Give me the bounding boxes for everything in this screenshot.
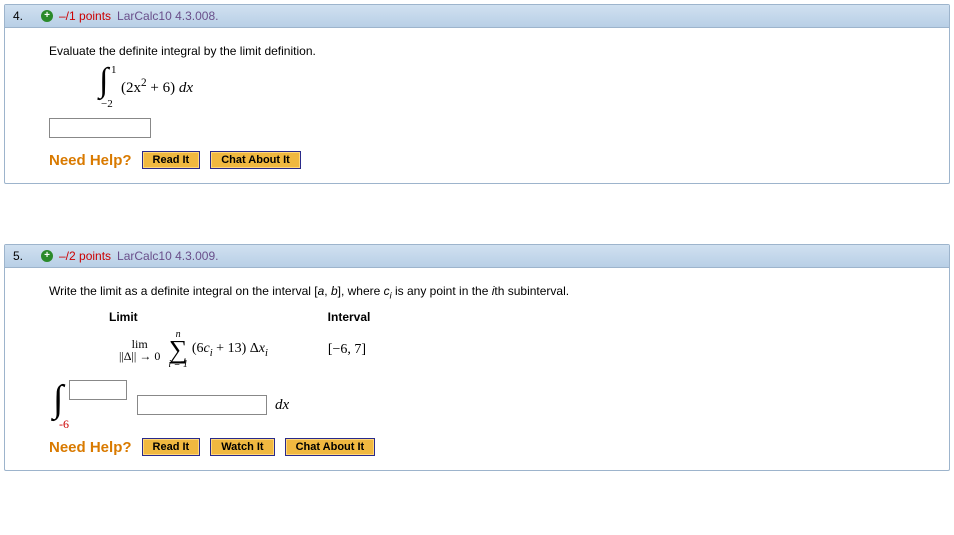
expand-icon[interactable]: + — [41, 10, 53, 22]
integrand: (2x2 + 6) dx — [121, 77, 193, 97]
chat-about-it-button[interactable]: Chat About It — [210, 151, 301, 169]
upper-limit: 1 — [111, 64, 117, 76]
chat-about-it-button[interactable]: Chat About It — [285, 438, 376, 456]
integral-expression: ∫ 1 −2 (2x2 + 6) dx — [99, 66, 905, 108]
points-label: –/1 points — [59, 9, 111, 23]
answer-row — [49, 118, 905, 141]
source-label: LarCalc10 4.3.008. — [117, 9, 218, 23]
help-bar: Need Help? Read It Watch It Chat About I… — [49, 438, 905, 456]
dx-label: dx — [275, 397, 289, 414]
watch-it-button[interactable]: Watch It — [210, 438, 274, 456]
need-help-label: Need Help? — [49, 152, 132, 169]
question-header: 4. + –/1 points LarCalc10 4.3.008. — [5, 5, 949, 28]
column-heads: Limit Interval — [109, 310, 905, 324]
interval-head: Interval — [328, 310, 371, 324]
points-label: –/2 points — [59, 249, 111, 263]
limit-expression: lim ||Δ|| → 0 n ∑ i = 1 (6ci + 13) Δxi — [119, 330, 268, 370]
question-number: 4. — [13, 9, 35, 23]
read-it-button[interactable]: Read It — [142, 438, 201, 456]
integrand-input[interactable] — [137, 395, 267, 415]
question-body: Evaluate the definite integral by the li… — [5, 28, 949, 183]
sigma-icon: n ∑ i = 1 — [168, 330, 188, 370]
help-bar: Need Help? Read It Chat About It — [49, 151, 905, 169]
limit-row: lim ||Δ|| → 0 n ∑ i = 1 (6ci + 13) Δxi [… — [119, 330, 905, 370]
integral-symbol: ∫ -6 — [53, 382, 75, 428]
sum-term: (6ci + 13) Δxi — [192, 341, 268, 359]
lower-limit: −2 — [101, 98, 113, 110]
interval-value: [−6, 7] — [328, 342, 366, 358]
lower-limit-prefilled: -6 — [59, 417, 69, 432]
answer-integral-row: ∫ -6 dx — [53, 382, 905, 428]
need-help-label: Need Help? — [49, 439, 132, 456]
integral-symbol: ∫ 1 −2 — [99, 66, 117, 108]
question-header: 5. + –/2 points LarCalc10 4.3.009. — [5, 245, 949, 268]
upper-limit-input[interactable] — [69, 380, 127, 400]
source-label: LarCalc10 4.3.009. — [117, 249, 218, 263]
read-it-button[interactable]: Read It — [142, 151, 201, 169]
question-5: 5. + –/2 points LarCalc10 4.3.009. Write… — [4, 244, 950, 471]
limit-head: Limit — [109, 310, 138, 324]
answer-input[interactable] — [49, 118, 151, 138]
question-body: Write the limit as a definite integral o… — [5, 268, 949, 470]
prompt-text: Write the limit as a definite integral o… — [49, 284, 905, 300]
question-number: 5. — [13, 249, 35, 263]
expand-icon[interactable]: + — [41, 250, 53, 262]
lim-stack: lim ||Δ|| → 0 — [119, 338, 160, 362]
question-4: 4. + –/1 points LarCalc10 4.3.008. Evalu… — [4, 4, 950, 184]
prompt-text: Evaluate the definite integral by the li… — [49, 44, 905, 58]
